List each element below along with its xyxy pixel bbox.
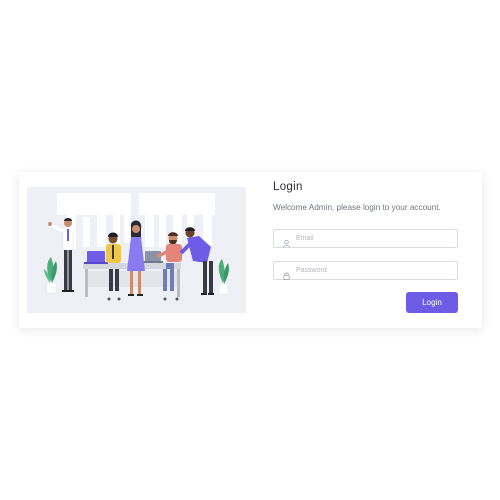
password-input[interactable] [296, 262, 451, 279]
user-icon [283, 235, 290, 248]
login-form: Login Welcome Admin, please login to you… [273, 172, 459, 328]
plant-right [218, 259, 229, 295]
lock-icon [283, 267, 290, 280]
laptop-left [84, 251, 108, 264]
password-field[interactable] [273, 261, 458, 280]
email-input[interactable] [296, 230, 451, 247]
team-illustration [27, 187, 246, 313]
login-card: Login Welcome Admin, please login to you… [19, 172, 482, 328]
email-field[interactable] [273, 229, 458, 248]
login-subtitle: Welcome Admin, please login to your acco… [273, 203, 441, 212]
login-button[interactable]: Login [406, 292, 458, 313]
plant-left [44, 257, 57, 294]
login-title: Login [273, 181, 303, 193]
